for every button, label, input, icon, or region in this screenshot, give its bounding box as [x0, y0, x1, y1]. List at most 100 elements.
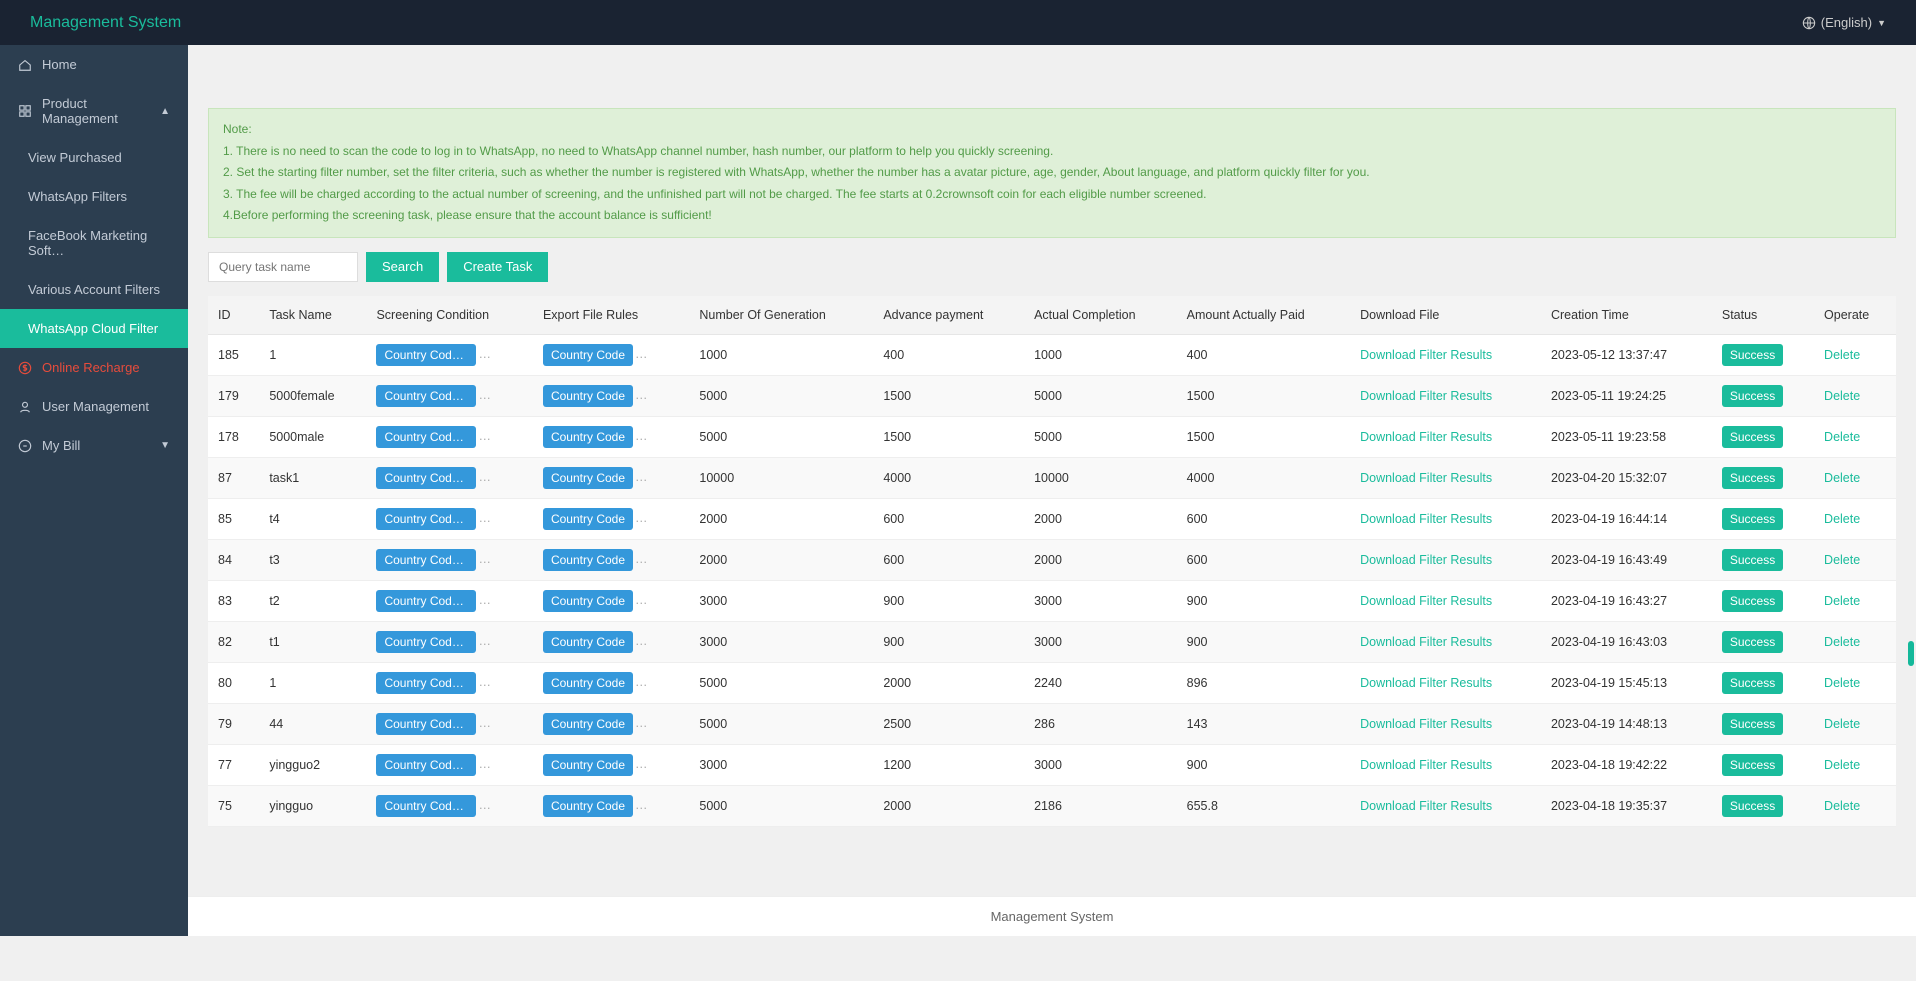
cell-id: 178: [208, 416, 259, 457]
sidebar-item-product-management[interactable]: Product Management ▲: [0, 84, 188, 138]
delete-link[interactable]: Delete: [1824, 635, 1860, 649]
cell-actual: 3000: [1024, 621, 1177, 662]
sidebar-item-user-management[interactable]: User Management: [0, 387, 188, 426]
cell-download: Download Filter Results: [1350, 334, 1541, 375]
download-link[interactable]: Download Filter Results: [1360, 430, 1492, 444]
note-title: Note:: [223, 119, 1881, 141]
cell-export-rules: Country Code…: [533, 744, 689, 785]
sidebar-item-label: View Purchased: [28, 150, 122, 165]
download-link[interactable]: Download Filter Results: [1360, 676, 1492, 690]
cell-paid: 900: [1177, 580, 1350, 621]
delete-link[interactable]: Delete: [1824, 430, 1860, 444]
cell-id: 84: [208, 539, 259, 580]
cell-screening: Country Code[44]…: [366, 621, 533, 662]
download-link[interactable]: Download Filter Results: [1360, 471, 1492, 485]
sidebar-item-label: Online Recharge: [42, 360, 140, 375]
sidebar-item-online-recharge[interactable]: Online Recharge: [0, 348, 188, 387]
table-row: 801Country Code[44]…Country Code…5000200…: [208, 662, 1896, 703]
export-tag: Country Code: [543, 795, 633, 817]
download-link[interactable]: Download Filter Results: [1360, 553, 1492, 567]
sidebar-item-home[interactable]: Home: [0, 45, 188, 84]
scrollbar-thumb[interactable]: [1908, 641, 1914, 666]
cell-export-rules: Country Code…: [533, 785, 689, 826]
delete-link[interactable]: Delete: [1824, 717, 1860, 731]
download-link[interactable]: Download Filter Results: [1360, 512, 1492, 526]
globe-icon: [1802, 16, 1816, 30]
chevron-down-icon: ▼: [1877, 18, 1886, 28]
cell-created: 2023-04-18 19:42:22: [1541, 744, 1712, 785]
sidebar-item-whatsapp-filters[interactable]: WhatsApp Filters: [0, 177, 188, 216]
sidebar-item-facebook-marketing[interactable]: FaceBook Marketing Soft…: [0, 216, 188, 270]
ellipsis-icon: …: [478, 347, 491, 361]
table-row: 1785000maleCountry Code[91]…Country Code…: [208, 416, 1896, 457]
download-link[interactable]: Download Filter Results: [1360, 758, 1492, 772]
cell-status: Success: [1712, 580, 1814, 621]
download-link[interactable]: Download Filter Results: [1360, 799, 1492, 813]
sidebar-item-label: FaceBook Marketing Soft…: [28, 228, 170, 258]
download-link[interactable]: Download Filter Results: [1360, 348, 1492, 362]
status-badge: Success: [1722, 467, 1783, 489]
status-badge: Success: [1722, 631, 1783, 653]
cell-screening: Country Code[44]…: [366, 785, 533, 826]
export-tag: Country Code: [543, 508, 633, 530]
ellipsis-icon: …: [635, 388, 648, 402]
table-row: 7944Country Code[44]…Country Code…500025…: [208, 703, 1896, 744]
cell-export-rules: Country Code…: [533, 539, 689, 580]
status-badge: Success: [1722, 344, 1783, 366]
col-task-name: Task Name: [259, 296, 366, 335]
cell-created: 2023-04-19 15:45:13: [1541, 662, 1712, 703]
sidebar-item-various-account-filters[interactable]: Various Account Filters: [0, 270, 188, 309]
create-task-button[interactable]: Create Task: [447, 252, 548, 282]
cell-id: 79: [208, 703, 259, 744]
sidebar-item-view-purchased[interactable]: View Purchased: [0, 138, 188, 177]
delete-link[interactable]: Delete: [1824, 676, 1860, 690]
cell-id: 80: [208, 662, 259, 703]
download-link[interactable]: Download Filter Results: [1360, 389, 1492, 403]
chevron-up-icon: ▲: [160, 106, 170, 117]
cell-paid: 896: [1177, 662, 1350, 703]
delete-link[interactable]: Delete: [1824, 799, 1860, 813]
cell-status: Success: [1712, 621, 1814, 662]
sidebar-item-label: Various Account Filters: [28, 282, 160, 297]
sidebar-item-whatsapp-cloud-filter[interactable]: WhatsApp Cloud Filter: [0, 309, 188, 348]
cell-download: Download Filter Results: [1350, 457, 1541, 498]
cell-created: 2023-05-11 19:24:25: [1541, 375, 1712, 416]
footer: Management System: [188, 896, 1916, 936]
ellipsis-icon: …: [478, 511, 491, 525]
cell-task-name: yingguo: [259, 785, 366, 826]
footer-text: Management System: [991, 909, 1114, 924]
table-row: 82t1Country Code[44]…Country Code…300090…: [208, 621, 1896, 662]
cell-status: Success: [1712, 498, 1814, 539]
ellipsis-icon: …: [478, 634, 491, 648]
delete-link[interactable]: Delete: [1824, 348, 1860, 362]
search-button[interactable]: Search: [366, 252, 439, 282]
cell-status: Success: [1712, 744, 1814, 785]
cell-advance: 900: [873, 580, 1024, 621]
download-link[interactable]: Download Filter Results: [1360, 594, 1492, 608]
scrollbar[interactable]: [1908, 45, 1914, 896]
col-id: ID: [208, 296, 259, 335]
delete-link[interactable]: Delete: [1824, 758, 1860, 772]
cell-task-name: 5000female: [259, 375, 366, 416]
cell-screening: Country Code[44]…: [366, 703, 533, 744]
language-label: (English): [1821, 15, 1872, 30]
delete-link[interactable]: Delete: [1824, 389, 1860, 403]
col-number-of-generation: Number Of Generation: [689, 296, 873, 335]
sidebar-item-label: Home: [42, 57, 77, 72]
delete-link[interactable]: Delete: [1824, 471, 1860, 485]
download-link[interactable]: Download Filter Results: [1360, 635, 1492, 649]
download-link[interactable]: Download Filter Results: [1360, 717, 1492, 731]
table-header-row: ID Task Name Screening Condition Export …: [208, 296, 1896, 335]
sidebar-item-my-bill[interactable]: My Bill ▼: [0, 426, 188, 465]
cell-status: Success: [1712, 662, 1814, 703]
delete-link[interactable]: Delete: [1824, 594, 1860, 608]
delete-link[interactable]: Delete: [1824, 512, 1860, 526]
export-tag: Country Code: [543, 754, 633, 776]
search-input[interactable]: [208, 252, 358, 282]
cell-operate: Delete: [1814, 416, 1896, 457]
cell-created: 2023-04-19 16:43:27: [1541, 580, 1712, 621]
language-selector[interactable]: (English) ▼: [1802, 15, 1886, 30]
delete-link[interactable]: Delete: [1824, 553, 1860, 567]
chevron-down-icon: ▼: [160, 440, 170, 451]
cell-operate: Delete: [1814, 457, 1896, 498]
